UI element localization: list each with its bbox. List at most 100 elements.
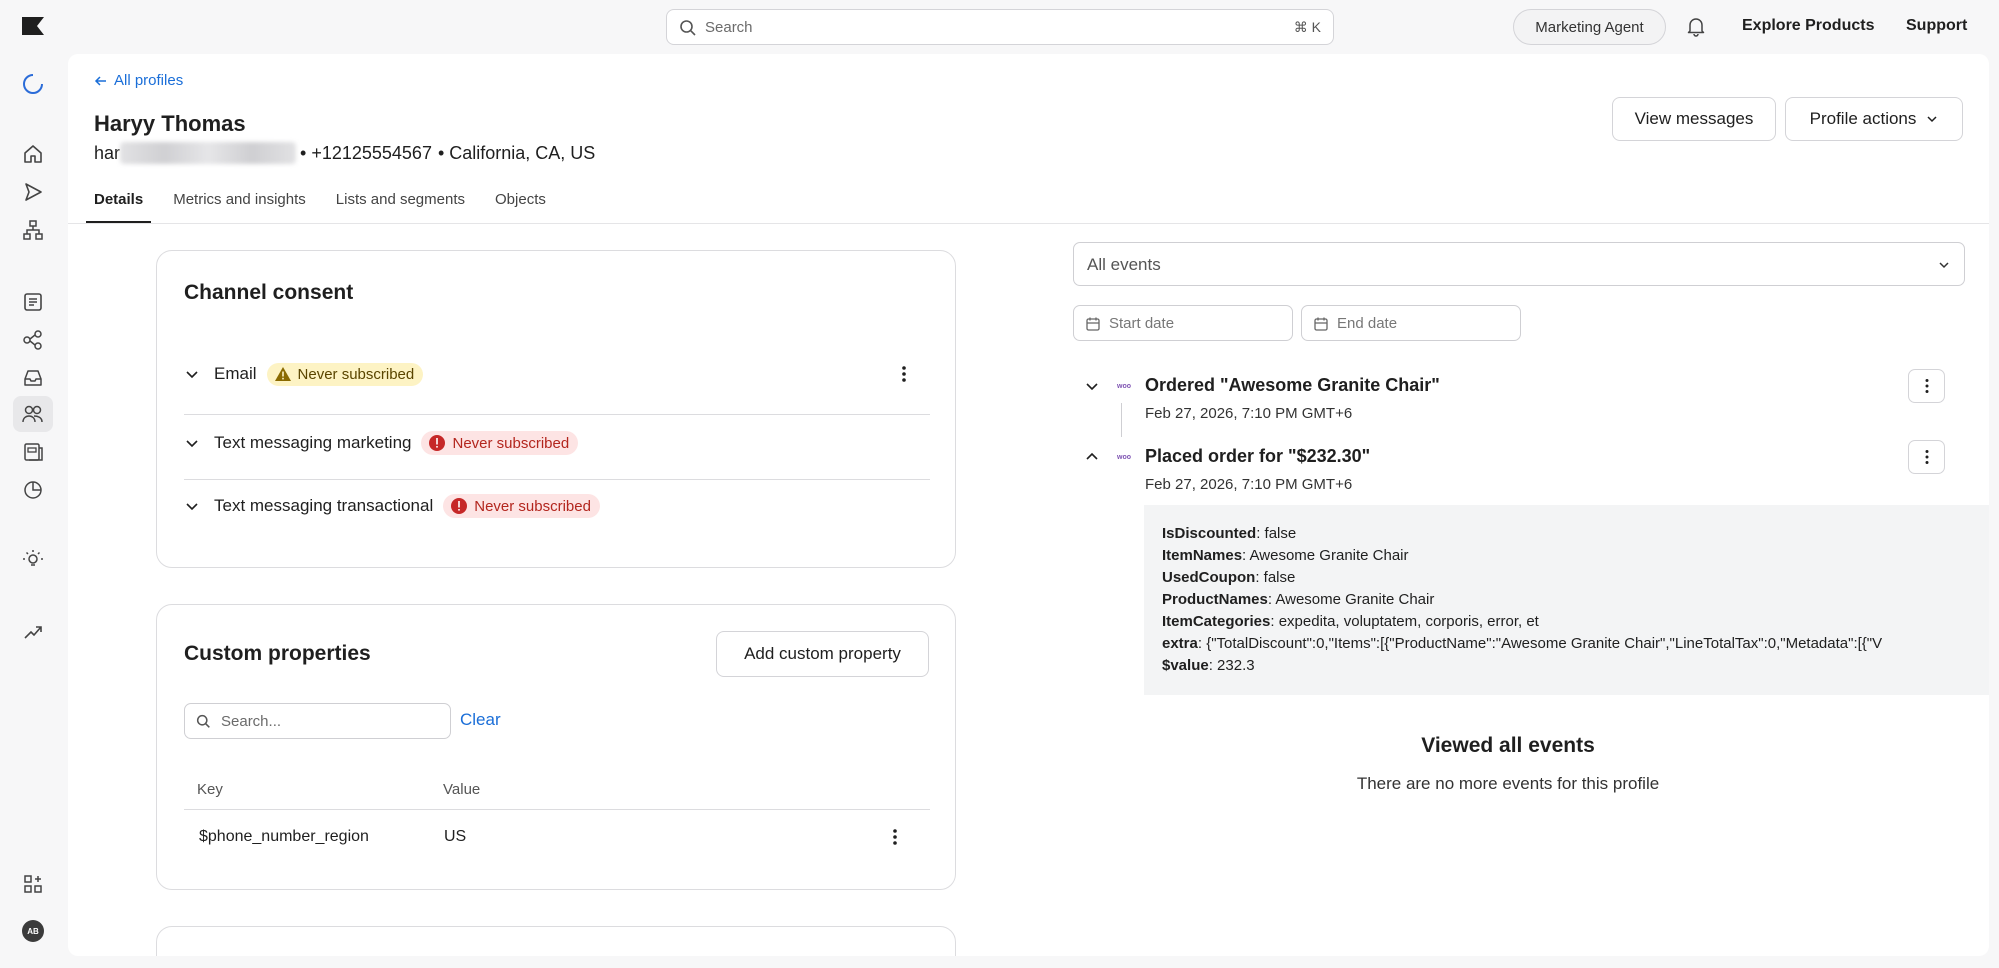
view-messages-button[interactable]: View messages	[1612, 97, 1776, 141]
custom-properties-search-input[interactable]: Search...	[184, 703, 451, 739]
clear-search-link[interactable]: Clear	[460, 710, 501, 730]
more-options-icon[interactable]	[885, 827, 905, 847]
chevron-down-icon[interactable]	[184, 498, 200, 514]
event-filter-value: All events	[1087, 255, 1161, 274]
profile-actions-button[interactable]: Profile actions	[1785, 97, 1963, 141]
all-profiles-link[interactable]: All profiles	[94, 72, 183, 89]
svg-text:woo: woo	[1116, 454, 1131, 461]
trend-icon[interactable]	[21, 620, 45, 644]
explore-products-link[interactable]: Explore Products	[1742, 17, 1874, 35]
svg-text:woo: woo	[1116, 383, 1131, 390]
calendar-icon	[1314, 317, 1328, 331]
klaviyo-logo-icon[interactable]	[22, 17, 44, 35]
next-section-card	[156, 926, 956, 956]
content-icon[interactable]	[21, 440, 45, 464]
event-time: Feb 27, 2026, 7:10 PM GMT+6	[1145, 476, 1353, 493]
chevron-down-icon[interactable]	[1084, 378, 1100, 394]
send-icon[interactable]	[21, 180, 45, 204]
event-time: Feb 27, 2026, 7:10 PM GMT+6	[1145, 405, 1353, 422]
row-divider	[184, 479, 930, 480]
warning-icon	[274, 367, 291, 381]
woocommerce-icon: woo	[1114, 379, 1134, 391]
custom-properties-title: Custom properties	[184, 642, 371, 665]
calendar-icon	[1086, 317, 1100, 331]
more-options-icon	[1925, 450, 1928, 464]
chevron-down-icon[interactable]	[184, 435, 200, 451]
view-messages-label: View messages	[1634, 109, 1754, 128]
consent-row-text-marketing[interactable]: Text messaging marketing Never subscribe…	[184, 418, 930, 468]
flows-icon[interactable]	[21, 218, 45, 242]
event-properties-panel: IsDiscounted: false ItemNames: Awesome G…	[1144, 505, 1989, 695]
chevron-down-icon[interactable]	[184, 366, 200, 382]
end-date-placeholder: End date	[1337, 315, 1398, 332]
add-custom-property-button[interactable]: Add custom property	[716, 631, 929, 677]
audience-icon[interactable]	[21, 402, 45, 426]
event-property: ItemCategories: expedita, voluptatem, co…	[1162, 613, 1539, 630]
tab-lists-and-segments[interactable]: Lists and segments	[328, 182, 473, 224]
start-date-input[interactable]: Start date	[1073, 305, 1293, 341]
tab-metrics-and-insights[interactable]: Metrics and insights	[165, 182, 314, 224]
arrow-left-icon	[94, 75, 106, 86]
analytics-icon[interactable]	[21, 478, 45, 502]
consent-label: Email	[214, 364, 257, 383]
marketing-agent-button[interactable]: Marketing Agent	[1513, 9, 1666, 45]
event-more-button[interactable]	[1908, 369, 1945, 403]
profile-actions-label: Profile actions	[1809, 109, 1917, 128]
home-icon[interactable]	[21, 142, 45, 166]
event-property: ItemNames: Awesome Granite Chair	[1162, 547, 1409, 564]
tabs-divider	[68, 223, 1989, 224]
end-date-input[interactable]: End date	[1301, 305, 1521, 341]
add-custom-property-label: Add custom property	[744, 644, 901, 663]
search-icon	[680, 20, 696, 36]
event-more-button[interactable]	[1908, 440, 1945, 474]
search-placeholder: Search	[705, 19, 753, 36]
start-date-placeholder: Start date	[1109, 315, 1175, 332]
status-badge: Never subscribed	[421, 431, 579, 455]
search-placeholder: Search...	[221, 713, 282, 730]
top-bar: Search ⌘ K Marketing Agent Explore Produ…	[0, 0, 1999, 54]
status-badge-label: Never subscribed	[452, 434, 570, 452]
bell-icon[interactable]	[1685, 15, 1707, 37]
avatar[interactable]: AB	[22, 920, 44, 942]
event-property: ProductNames: Awesome Granite Chair	[1162, 591, 1435, 608]
consent-label: Text messaging transactional	[214, 496, 434, 515]
sidebar: AB	[0, 54, 66, 968]
tab-details[interactable]: Details	[86, 182, 152, 224]
segments-icon[interactable]	[21, 328, 45, 352]
event-filter-select[interactable]: All events	[1073, 242, 1965, 286]
ideas-icon[interactable]	[21, 548, 45, 572]
chevron-down-icon	[1927, 116, 1937, 123]
woocommerce-icon: woo	[1114, 450, 1134, 462]
events-end-subtitle: There are no more events for this profil…	[1356, 774, 1660, 793]
error-icon	[451, 498, 468, 514]
all-profiles-label: All profiles	[114, 72, 184, 89]
error-icon	[429, 435, 446, 451]
support-link[interactable]: Support	[1906, 17, 1967, 35]
apps-icon[interactable]	[21, 872, 45, 896]
consent-row-email[interactable]: Email Never subscribed	[184, 349, 930, 399]
event-title[interactable]: Ordered "Awesome Granite Chair"	[1145, 375, 1440, 396]
consent-row-text-transactional[interactable]: Text messaging transactional Never subsc…	[184, 481, 930, 531]
status-badge-label: Never subscribed	[297, 365, 415, 383]
events-end-title: Viewed all events	[1421, 734, 1595, 757]
tab-objects[interactable]: Objects	[487, 182, 554, 224]
event-property: UsedCoupon: false	[1162, 569, 1296, 586]
profile-meta: har • +12125554567 • California, CA, US	[94, 142, 595, 164]
timeline-connector	[1121, 403, 1122, 437]
loading-icon	[23, 74, 43, 94]
event-title[interactable]: Placed order for "$232.30"	[1145, 446, 1370, 467]
search-icon	[196, 714, 210, 728]
status-badge: Never subscribed	[266, 362, 424, 386]
profile-tabs: Details Metrics and insights Lists and s…	[86, 182, 568, 224]
event-property: extra: {"TotalDiscount":0,"Items":[{"Pro…	[1162, 635, 1883, 652]
row-divider	[184, 414, 930, 415]
property-key: $phone_number_region	[199, 828, 369, 845]
status-badge: Never subscribed	[443, 494, 600, 518]
list-icon[interactable]	[21, 290, 45, 314]
profile-email: har	[94, 142, 121, 163]
global-search[interactable]: Search ⌘ K	[666, 9, 1334, 45]
inbox-icon[interactable]	[21, 366, 45, 390]
chevron-up-icon[interactable]	[1084, 449, 1100, 465]
more-options-icon[interactable]	[894, 364, 914, 384]
status-badge-label: Never subscribed	[474, 497, 591, 515]
